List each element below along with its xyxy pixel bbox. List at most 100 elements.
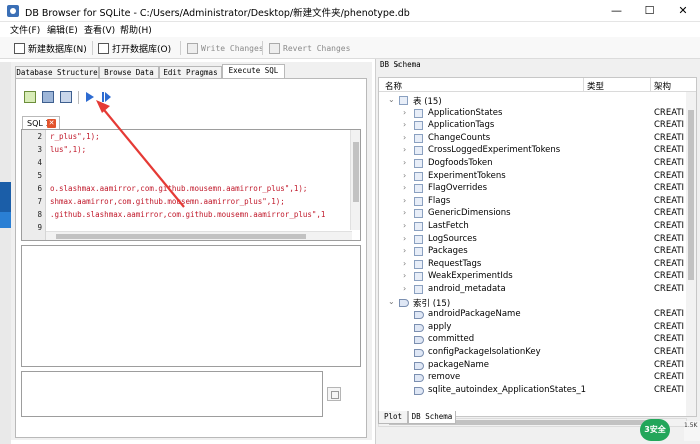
schema-cell: CREATI bbox=[654, 246, 685, 257]
new-database-button[interactable]: 新建数据库(N) bbox=[14, 40, 87, 56]
open-database-button[interactable]: 打开数据库(O) bbox=[98, 40, 171, 56]
close-tab-icon[interactable]: ✕ bbox=[47, 119, 56, 128]
index-icon bbox=[414, 323, 424, 332]
tree-vertical-scrollbar[interactable] bbox=[686, 92, 696, 416]
tree-item-index[interactable]: configPackageIsolationKey CREATI bbox=[379, 346, 696, 359]
background-segment bbox=[0, 212, 11, 228]
sql-editor[interactable]: 2 3 4 5 6 7 8 9 r_plus",1); lus",1); o.s… bbox=[21, 129, 361, 241]
tree-item-table[interactable]: › GenericDimensions CREATI bbox=[379, 207, 696, 220]
close-button[interactable]: ✕ bbox=[666, 0, 700, 22]
expand-arrow-icon[interactable]: › bbox=[403, 284, 406, 293]
revert-changes-button[interactable]: Revert Changes bbox=[269, 40, 350, 56]
editor-horizontal-scrollbar[interactable] bbox=[46, 231, 352, 240]
expand-arrow-icon[interactable]: › bbox=[403, 208, 406, 217]
line-number: 8 bbox=[37, 210, 42, 219]
tree-item-index[interactable]: apply CREATI bbox=[379, 321, 696, 334]
tree-item-table[interactable]: › LogSources CREATI bbox=[379, 233, 696, 246]
index-icon bbox=[414, 335, 424, 345]
table-icon bbox=[414, 222, 423, 231]
tree-item-index[interactable]: remove CREATI bbox=[379, 371, 696, 384]
tree-item-table[interactable]: › DogfoodsToken CREATI bbox=[379, 157, 696, 170]
schema-tree[interactable]: 名称 类型 架构 ⌄ 表 (15) › ApplicationStates CREATI… bbox=[378, 77, 697, 417]
dock-window-buttons[interactable]: ▫ ✕ bbox=[380, 60, 697, 69]
tree-group-tables[interactable]: ⌄ 表 (15) bbox=[379, 94, 696, 107]
tree-item-table[interactable]: › ChangeCounts CREATI bbox=[379, 132, 696, 145]
tree-item-table[interactable]: › ExperimentTokens CREATI bbox=[379, 170, 696, 183]
expand-arrow-icon[interactable]: › bbox=[403, 171, 406, 180]
execute-sql-pane: SQL 1 ✕ 2 3 4 5 6 7 8 9 r_plus",1); lus"… bbox=[15, 78, 367, 438]
tree-group-indices[interactable]: ⌄ 索引 (15) bbox=[379, 296, 696, 309]
column-header-type[interactable]: 类型 bbox=[587, 80, 604, 92]
save-sql-file-icon[interactable] bbox=[42, 91, 54, 103]
tree-item-table[interactable]: › ApplicationStates CREATI bbox=[379, 107, 696, 120]
revert-changes-label: Revert Changes bbox=[283, 43, 351, 53]
execute-all-icon[interactable] bbox=[86, 92, 94, 102]
tree-item-table[interactable]: › FlagOverrides CREATI bbox=[379, 182, 696, 195]
toolbar-separator bbox=[180, 41, 181, 55]
tree-item-label: apply bbox=[428, 321, 452, 332]
tree-item-index[interactable]: committed CREATI bbox=[379, 333, 696, 346]
expand-arrow-icon[interactable]: › bbox=[403, 133, 406, 142]
tab-execute-sql[interactable]: Execute SQL bbox=[222, 64, 285, 79]
expand-arrow-icon[interactable]: › bbox=[403, 221, 406, 230]
column-divider[interactable] bbox=[650, 78, 651, 92]
menu-view[interactable]: 查看(V) bbox=[84, 23, 115, 36]
collapse-arrow-icon[interactable]: ⌄ bbox=[388, 297, 395, 306]
tree-item-index[interactable]: androidPackageName CREATI bbox=[379, 308, 696, 321]
schema-cell: CREATI bbox=[654, 221, 685, 231]
revert-changes-icon bbox=[269, 42, 280, 54]
schema-cell: CREATI bbox=[654, 132, 685, 143]
scroll-thumb[interactable] bbox=[56, 234, 306, 239]
expand-arrow-icon[interactable]: › bbox=[403, 259, 406, 268]
tab-plot[interactable]: Plot bbox=[378, 411, 408, 424]
tree-item-table[interactable]: › ApplicationTags CREATI bbox=[379, 119, 696, 132]
menu-edit[interactable]: 编辑(E) bbox=[47, 23, 78, 36]
message-options-button[interactable] bbox=[327, 387, 341, 401]
collapse-arrow-icon[interactable]: ⌄ bbox=[388, 95, 395, 104]
line-number: 7 bbox=[37, 197, 42, 206]
tree-item-label: LastFetch bbox=[428, 221, 469, 231]
execute-line-icon[interactable] bbox=[102, 92, 111, 102]
minimize-button[interactable]: — bbox=[600, 0, 633, 22]
tree-item-table[interactable]: › LastFetch CREATI bbox=[379, 220, 696, 233]
tree-item-label: LogSources bbox=[428, 233, 477, 244]
expand-arrow-icon[interactable]: › bbox=[403, 246, 406, 255]
column-header-name[interactable]: 名称 bbox=[385, 80, 402, 92]
open-sql-file-icon[interactable] bbox=[24, 91, 36, 103]
expand-arrow-icon[interactable]: › bbox=[403, 271, 406, 280]
expand-arrow-icon[interactable]: › bbox=[403, 234, 406, 243]
security-badge[interactable]: 3安全 bbox=[640, 419, 670, 441]
save-sql-as-icon[interactable] bbox=[60, 91, 72, 103]
sql-tab-1[interactable]: SQL 1 ✕ bbox=[22, 116, 60, 130]
tree-item-table[interactable]: › Packages CREATI bbox=[379, 245, 696, 258]
new-database-label: 新建数据库(N) bbox=[28, 44, 87, 55]
editor-vertical-scrollbar[interactable] bbox=[350, 130, 360, 230]
expand-arrow-icon[interactable]: › bbox=[403, 145, 406, 154]
tree-item-table[interactable]: › android_metadata CREATI bbox=[379, 283, 696, 296]
tree-item-index[interactable]: packageName CREATI bbox=[379, 359, 696, 372]
column-header-schema[interactable]: 架构 bbox=[654, 80, 671, 92]
tree-item-index[interactable]: sqlite_autoindex_ApplicationStates_1 CREA… bbox=[379, 384, 696, 397]
tree-item-table[interactable]: › RequestTags CREATI bbox=[379, 258, 696, 271]
expand-arrow-icon[interactable]: › bbox=[403, 158, 406, 167]
tab-db-schema[interactable]: DB Schema bbox=[408, 411, 456, 424]
scroll-thumb[interactable] bbox=[688, 110, 694, 280]
column-divider[interactable] bbox=[583, 78, 584, 92]
tree-item-table[interactable]: › WeakExperimentIds CREATI bbox=[379, 270, 696, 283]
menu-file[interactable]: 文件(F) bbox=[10, 23, 40, 36]
main-tab-area: Database Structure Browse Data Edit Prag… bbox=[11, 62, 372, 440]
query-results-grid[interactable] bbox=[21, 245, 361, 367]
tree-item-table[interactable]: › Flags CREATI bbox=[379, 195, 696, 208]
maximize-button[interactable]: ☐ bbox=[633, 0, 666, 22]
line-number: 9 bbox=[37, 223, 42, 232]
table-icon bbox=[414, 133, 423, 143]
expand-arrow-icon[interactable]: › bbox=[403, 183, 406, 192]
scroll-thumb[interactable] bbox=[353, 142, 359, 202]
expand-arrow-icon[interactable]: › bbox=[403, 108, 406, 117]
menu-help[interactable]: 帮助(H) bbox=[120, 23, 152, 36]
table-icon bbox=[414, 259, 423, 269]
expand-arrow-icon[interactable]: › bbox=[403, 120, 406, 129]
expand-arrow-icon[interactable]: › bbox=[403, 196, 406, 205]
write-changes-button[interactable]: Write Changes bbox=[187, 40, 264, 56]
tree-item-table[interactable]: › CrossLoggedExperimentTokens CREATI bbox=[379, 144, 696, 157]
